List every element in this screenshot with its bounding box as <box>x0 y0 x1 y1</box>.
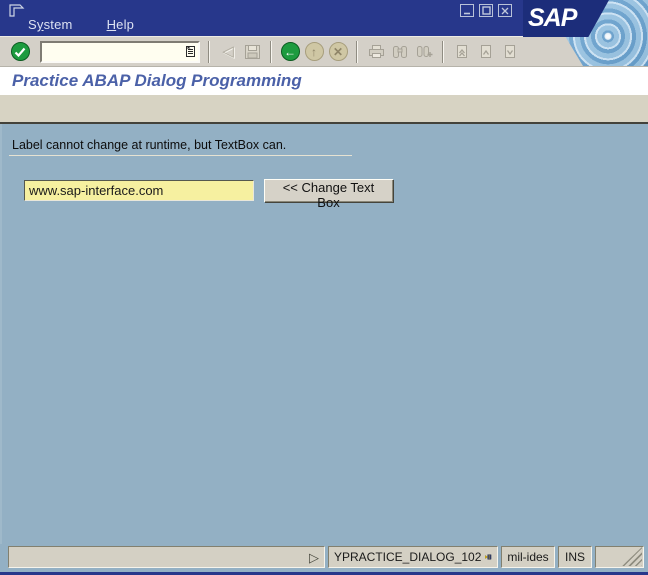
status-empty-field <box>595 546 644 568</box>
page-up-button-disabled <box>475 41 497 63</box>
close-button[interactable] <box>498 4 512 17</box>
sap-logo: SAP <box>523 0 609 37</box>
maximize-button[interactable] <box>479 4 493 17</box>
binoculars-plus-icon <box>416 46 432 57</box>
toolbar-separator <box>270 40 272 63</box>
enter-button[interactable] <box>9 41 31 63</box>
minimize-icon <box>464 12 470 14</box>
printer-icon <box>368 45 384 58</box>
window-bottom-edge <box>0 570 648 575</box>
menu-item-system[interactable]: System <box>28 17 73 32</box>
insert-mode: INS <box>564 550 585 564</box>
print-button-disabled <box>365 41 387 63</box>
page-down-icon <box>505 45 515 58</box>
page-up-icon <box>481 45 491 58</box>
label-underline <box>9 155 352 156</box>
maximize-icon <box>481 6 491 15</box>
enter-check-icon <box>10 42 30 61</box>
find-next-button-disabled <box>413 41 435 63</box>
url-textbox[interactable] <box>24 180 254 201</box>
save-button-disabled <box>241 41 263 63</box>
sap-ripple-graphic: SAP <box>523 0 648 66</box>
toolbar-wedge <box>523 36 583 66</box>
system-menu-icon[interactable] <box>8 3 26 17</box>
binoculars-icon <box>393 46 407 58</box>
close-icon <box>501 7 509 14</box>
system-name: mil-ides <box>507 550 549 564</box>
previous-item-button-disabled: ◁ <box>217 41 239 63</box>
save-floppy-icon <box>244 44 260 59</box>
minimize-button[interactable] <box>460 4 474 17</box>
status-message-field: ▷ <box>8 546 325 568</box>
page-down-button-disabled <box>499 41 521 63</box>
sap-logo-text: SAP <box>528 4 577 32</box>
sap-gui-window: System Help SAP ◁ ← ↑ ✕ Practice ABAP Di… <box>0 0 648 575</box>
back-arrow-icon: ← <box>280 42 300 61</box>
cancel-button-disabled: ✕ <box>327 41 349 63</box>
transaction-code: YPRACTICE_DIALOG_102 <box>334 550 482 564</box>
toolbar-separator <box>208 40 210 63</box>
first-page-button-disabled <box>451 41 473 63</box>
menu-item-help[interactable]: Help <box>107 17 135 32</box>
page-title: Practice ABAP Dialog Programming <box>12 71 302 90</box>
command-history-icon[interactable] <box>185 45 196 58</box>
status-system-field: mil-ides <box>501 546 555 568</box>
exit-button-disabled: ↑ <box>303 41 325 63</box>
screen-title-bar: Practice ABAP Dialog Programming <box>0 66 648 95</box>
screen-content: Label cannot change at runtime, but Text… <box>0 124 648 544</box>
exit-arrow-icon: ↑ <box>304 42 324 61</box>
find-button-disabled <box>389 41 411 63</box>
command-field[interactable] <box>45 43 185 60</box>
menu-bar: System Help <box>28 17 134 32</box>
window-controls <box>460 4 512 17</box>
toolbar-separator <box>356 40 358 63</box>
status-bar: ▷ YPRACTICE_DIALOG_102 mil-ides INS <box>0 544 648 570</box>
message-expand-icon[interactable]: ▷ <box>309 551 319 564</box>
command-field-wrap <box>40 40 200 63</box>
page-first-icon <box>457 45 467 58</box>
resize-grip[interactable] <box>622 547 642 566</box>
toolbar-separator <box>442 40 444 63</box>
static-label: Label cannot change at runtime, but Text… <box>12 138 287 152</box>
left-triangle-icon: ◁ <box>222 43 234 60</box>
status-transaction-field: YPRACTICE_DIALOG_102 <box>328 546 498 568</box>
status-list-icon[interactable] <box>485 551 492 563</box>
change-textbox-button[interactable]: << Change Text Box <box>264 179 393 210</box>
status-insert-mode-field: INS <box>558 546 592 568</box>
cancel-x-icon: ✕ <box>328 42 348 61</box>
application-toolbar <box>0 95 648 124</box>
back-button[interactable]: ← <box>279 41 301 63</box>
